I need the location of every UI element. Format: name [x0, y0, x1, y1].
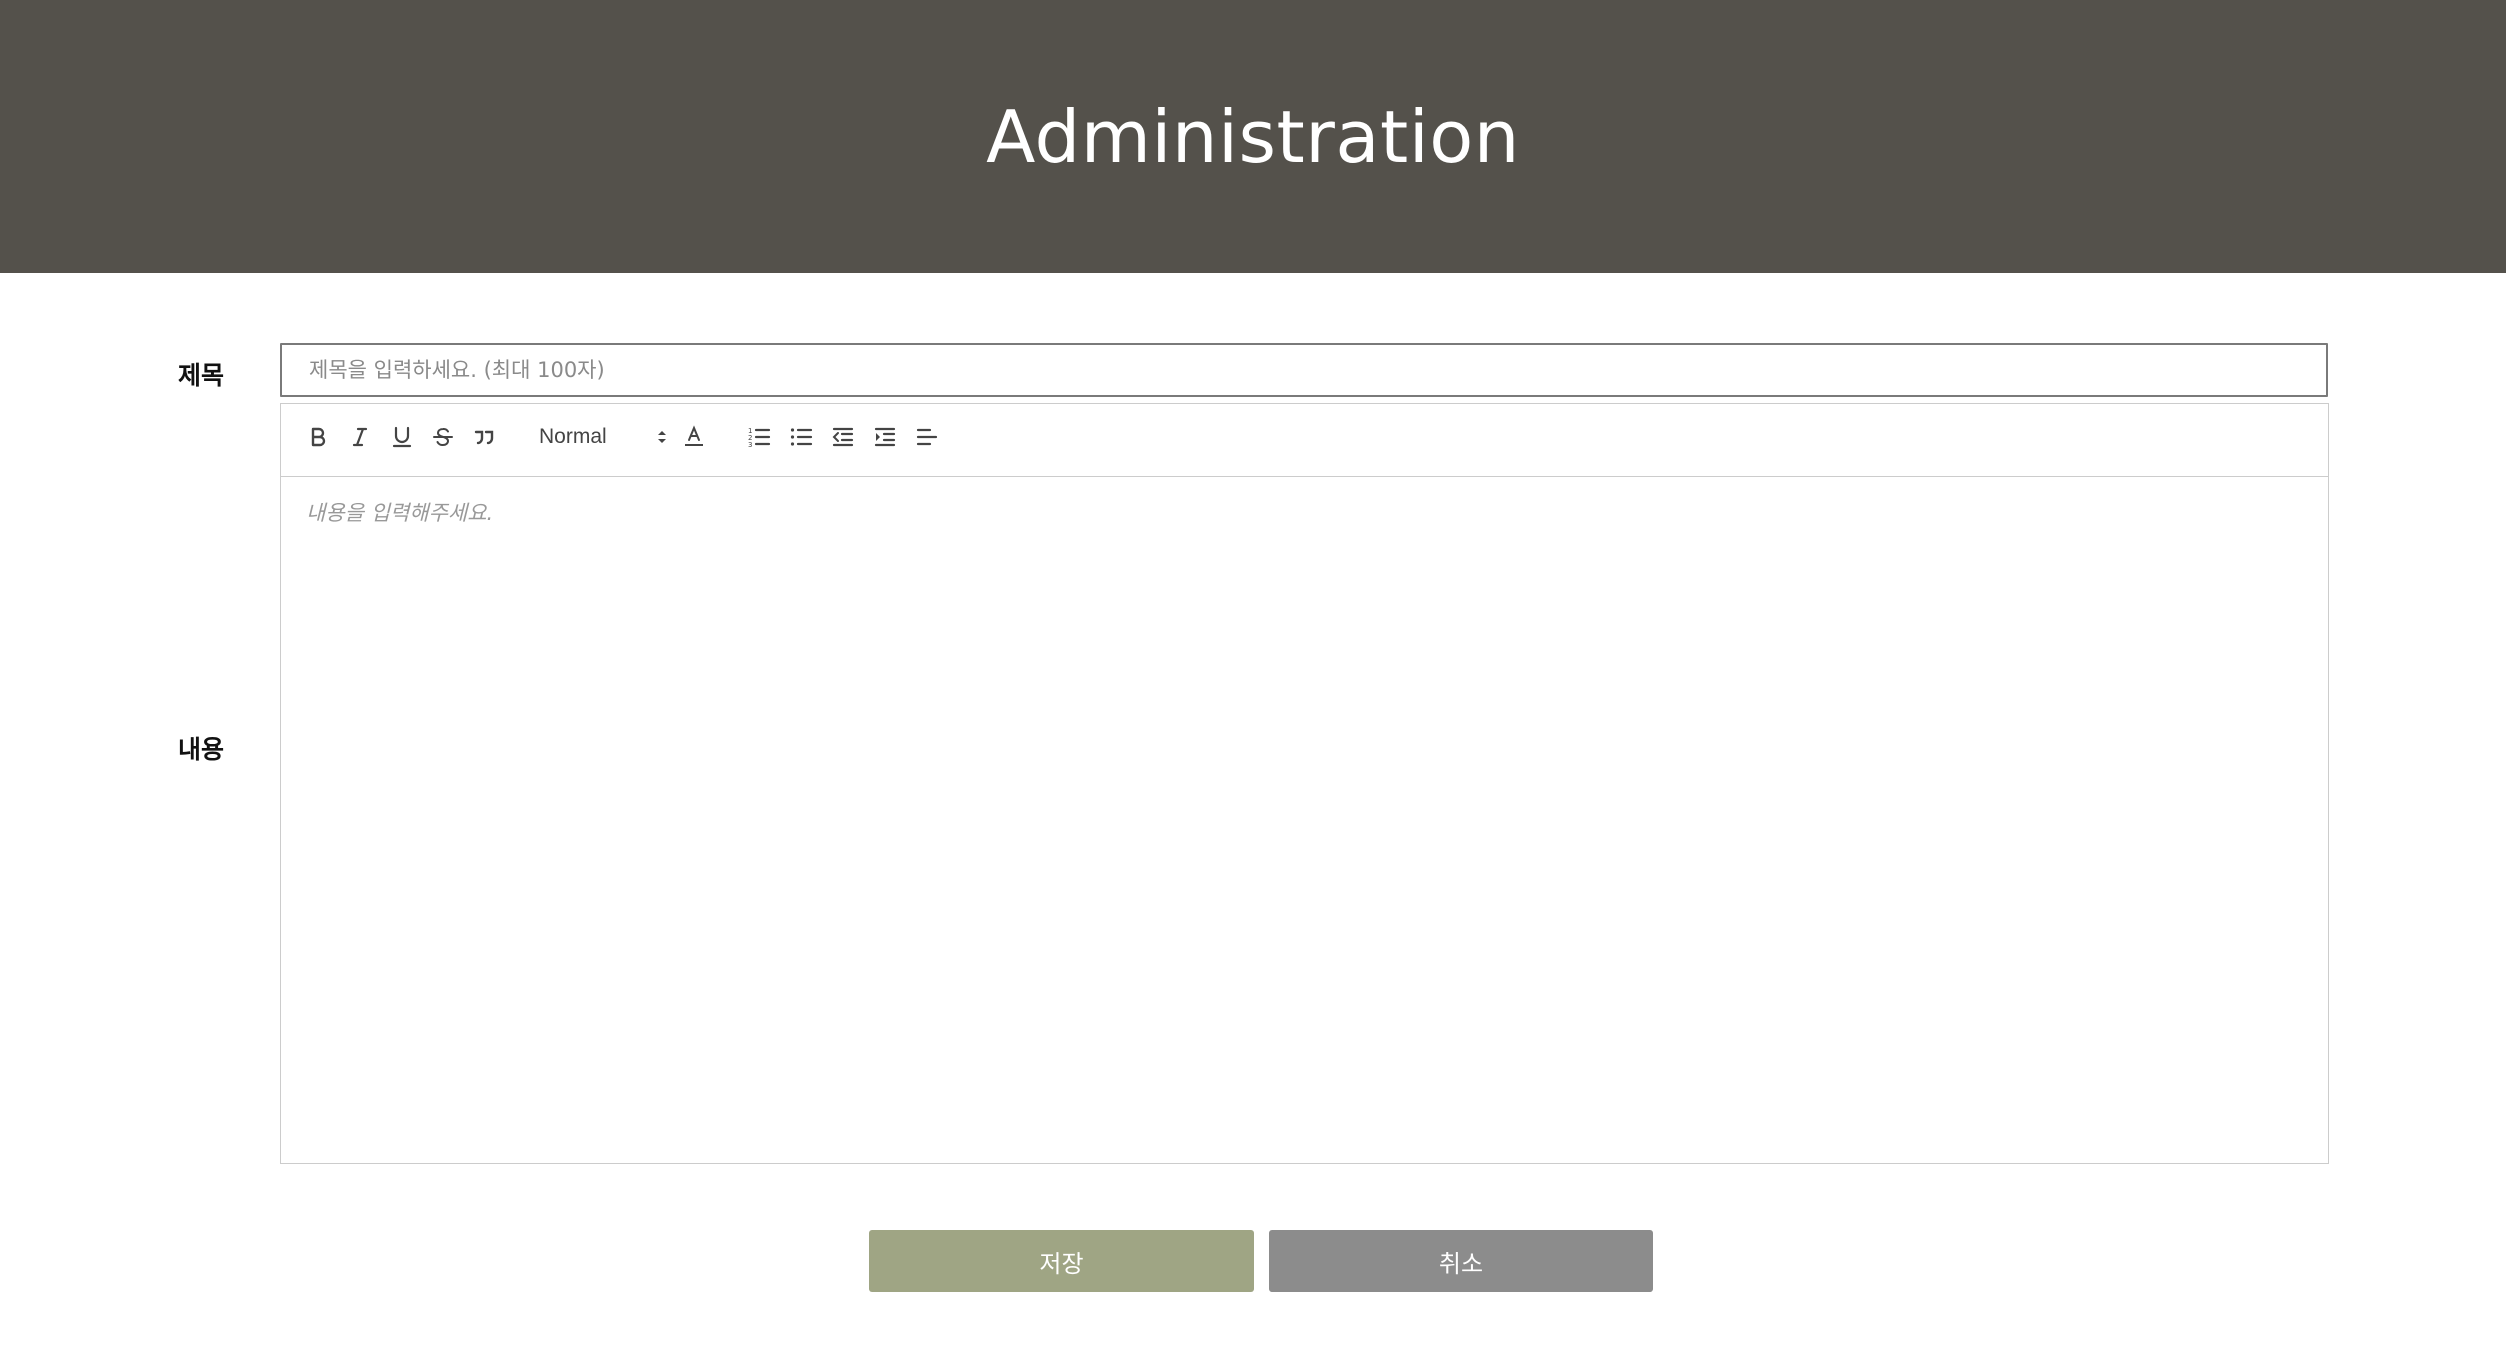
save-button[interactable]: 저장 [869, 1230, 1254, 1292]
outdent-icon[interactable] [826, 420, 860, 454]
rich-text-editor: Normal 123 내용을 입력해주세요. [280, 403, 2329, 1164]
title-label: 제목 [178, 361, 225, 390]
text-color-icon[interactable] [677, 420, 711, 454]
header-format-select[interactable]: Normal [539, 420, 669, 454]
align-icon[interactable] [910, 420, 944, 454]
svg-text:3: 3 [748, 441, 752, 449]
bullet-list-icon[interactable] [784, 420, 818, 454]
blockquote-icon[interactable] [467, 420, 501, 454]
content-placeholder: 내용을 입력해주세요. [306, 501, 494, 525]
bold-icon[interactable] [301, 420, 335, 454]
cancel-button[interactable]: 취소 [1269, 1230, 1653, 1292]
select-arrows-icon [658, 431, 666, 443]
header-format-value: Normal [539, 425, 607, 448]
title-input[interactable] [280, 343, 2328, 397]
underline-icon[interactable] [385, 420, 419, 454]
page-header: Administration [0, 0, 2506, 273]
ordered-list-icon[interactable]: 123 [742, 420, 776, 454]
strikethrough-icon[interactable] [426, 420, 460, 454]
content-editor-area[interactable]: 내용을 입력해주세요. [281, 477, 2328, 1163]
indent-icon[interactable] [868, 420, 902, 454]
italic-icon[interactable] [343, 420, 377, 454]
editor-toolbar: Normal 123 [281, 404, 2328, 477]
content-label: 내용 [178, 735, 225, 764]
page-title: Administration [986, 94, 1520, 179]
